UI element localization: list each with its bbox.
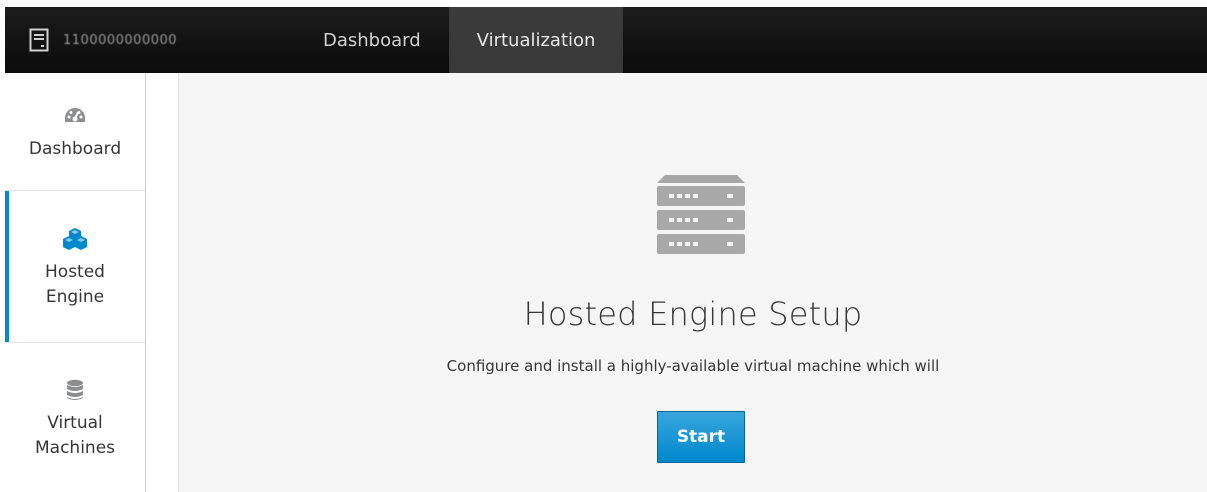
dashboard-gauge-icon [64,101,86,131]
sidebar-gap [146,73,178,492]
cubes-icon [62,224,88,254]
main-content: Hosted Engine Setup Configure and instal… [178,73,1207,492]
sidebar-item-label-line2: Machines [34,438,116,458]
start-button[interactable]: Start [657,411,745,463]
sidebar-item-label-line2: Engine [45,286,105,307]
database-icon [66,375,84,405]
top-navbar: 1100000000000 Dashboard Virtualization [5,7,1207,73]
tab-virtualization[interactable]: Virtualization [448,7,624,73]
tab-dashboard[interactable]: Dashboard [295,7,449,73]
sidebar-item-hosted-engine[interactable]: Hosted Engine [5,191,145,343]
sidebar-item-virtual-machines[interactable]: Virtual Machines [5,343,145,492]
host-name: 1100000000000 [63,32,178,48]
page-title: Hosted Engine Setup [523,295,863,333]
sidebar-item-label: Dashboard [28,139,122,160]
server-rack-icon [655,167,747,265]
page-description: Configure and install a highly-available… [446,357,940,375]
server-icon [29,27,51,53]
sidebar: Dashboard Hosted Engine Virtual Machines [5,73,146,492]
host-switcher[interactable]: 1100000000000 [5,7,295,73]
sidebar-item-dashboard[interactable]: Dashboard [5,73,145,191]
sidebar-item-label-line1: Virtual [47,413,103,434]
sidebar-item-label-line1: Hosted [45,261,105,282]
